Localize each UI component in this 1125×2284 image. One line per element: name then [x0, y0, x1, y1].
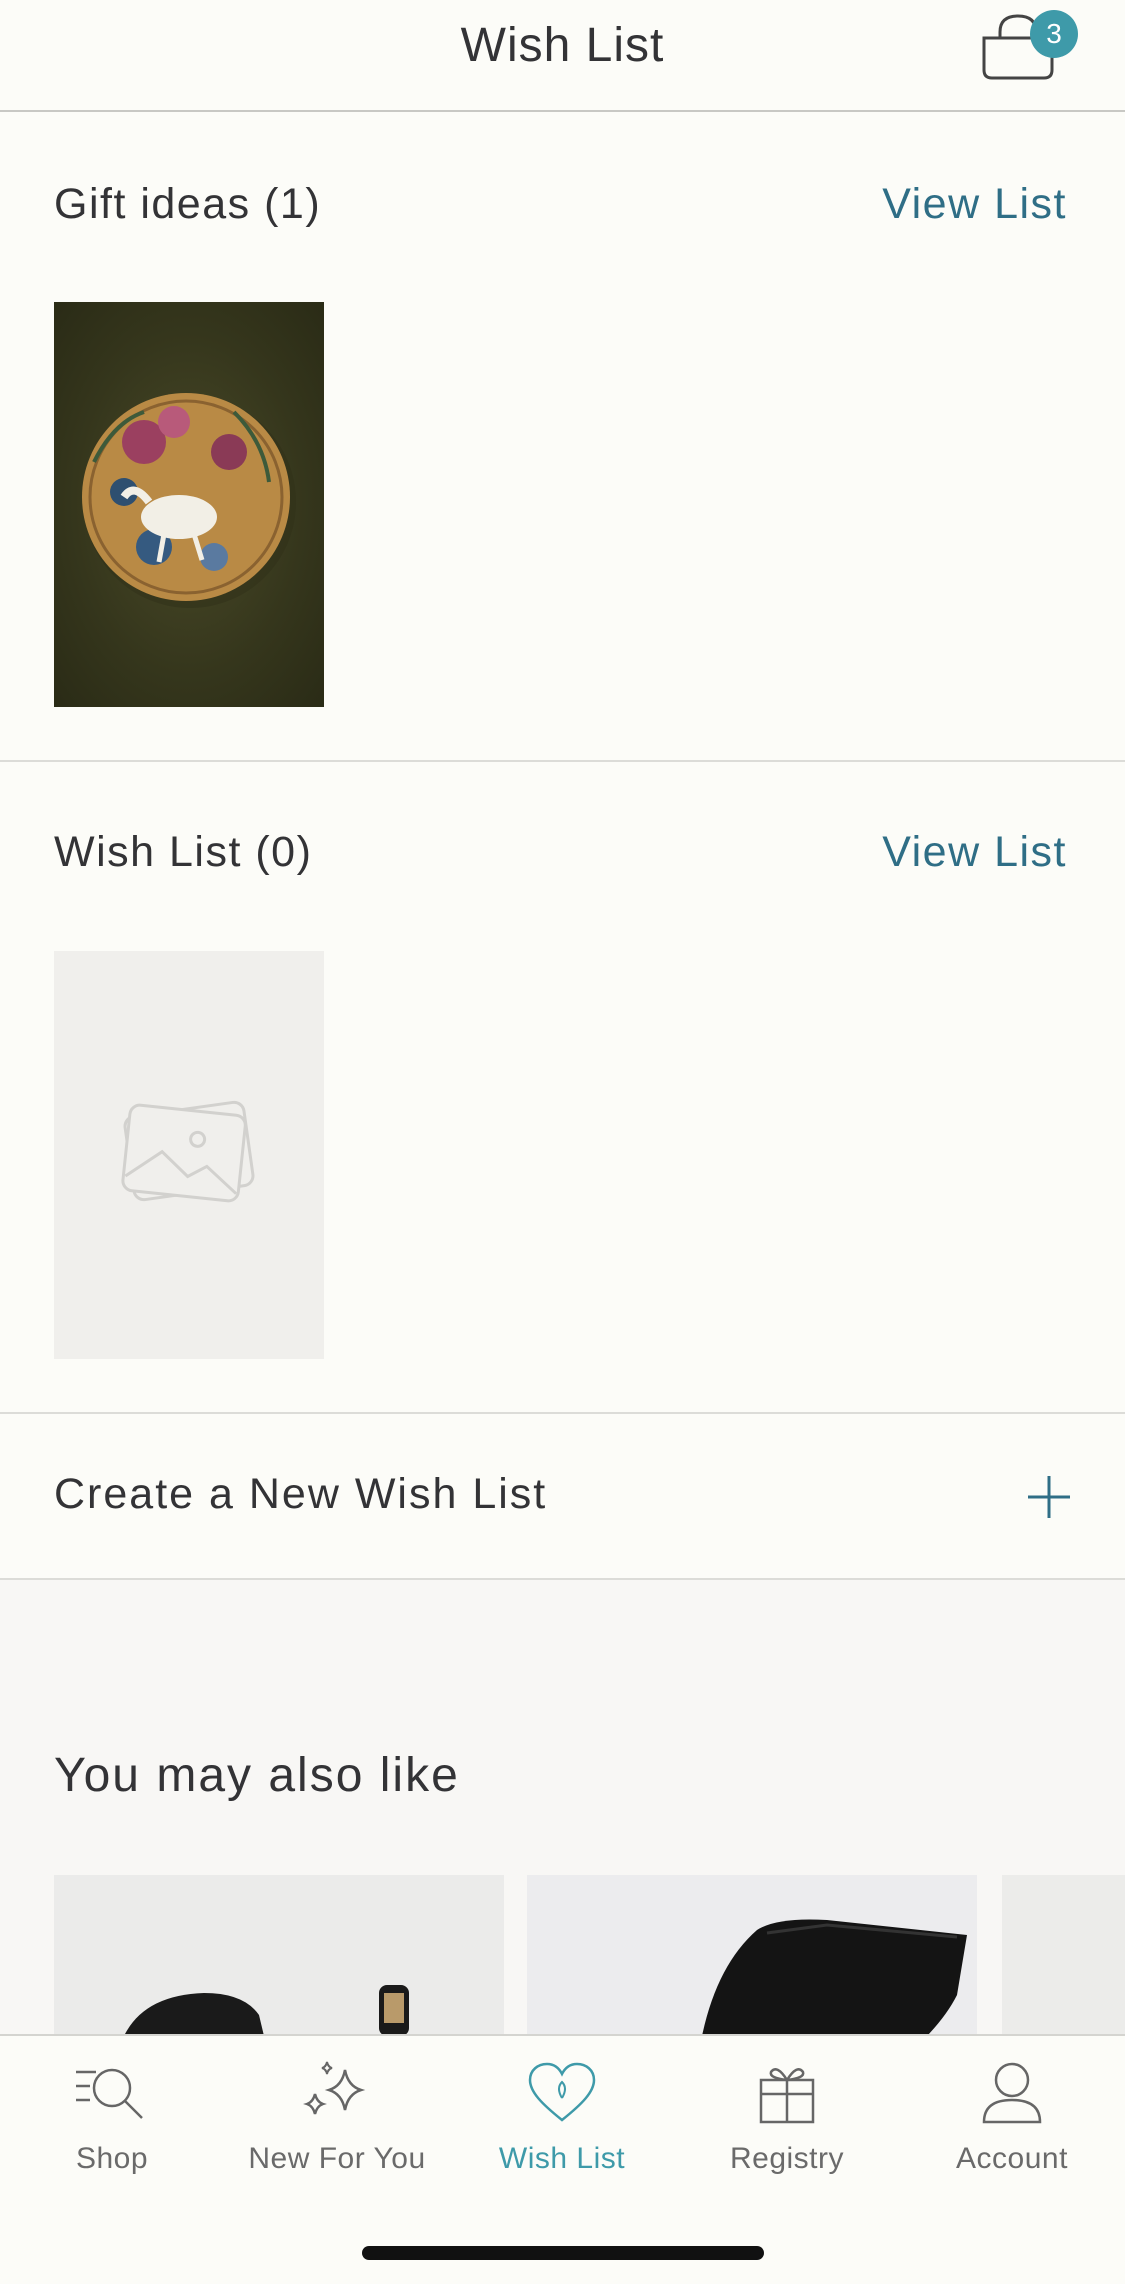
boot-product-image — [702, 1919, 967, 2036]
home-indicator — [362, 2246, 764, 2260]
tab-account[interactable]: Account — [907, 2058, 1117, 2176]
create-wish-list-label: Create a New Wish List — [54, 1470, 548, 1518]
recommendations-title: You may also like — [54, 1749, 460, 1802]
view-list-wish-list-link[interactable]: View List — [882, 828, 1067, 877]
tab-label-new-for-you: New For You — [248, 2142, 426, 2175]
tab-label-shop: Shop — [75, 2142, 149, 2175]
gift-ideas-item-thumbnail[interactable] — [54, 302, 324, 707]
decorative-plate-image — [82, 393, 296, 608]
tab-label-registry: Registry — [729, 2142, 845, 2175]
header-bar: Wish List — [0, 0, 1125, 112]
recommended-product-card[interactable] — [527, 1875, 977, 2036]
person-icon — [982, 2062, 1042, 2124]
image-placeholder-icon — [121, 1100, 255, 1203]
tab-registry[interactable]: Registry — [682, 2058, 892, 2176]
tab-new-for-you[interactable]: New For You — [232, 2058, 442, 2176]
create-wish-list-row[interactable]: Create a New Wish List — [0, 1414, 1125, 1580]
list-title-wish-list: Wish List (0) — [54, 828, 313, 876]
page-title: Wish List — [460, 19, 665, 72]
empty-list-placeholder[interactable] — [54, 951, 324, 1359]
shoe-product-image — [124, 1985, 409, 2036]
tab-wish-list[interactable]: Wish List — [457, 2058, 667, 2176]
cart-count-badge: 3 — [1030, 10, 1078, 58]
gift-icon — [759, 2068, 815, 2124]
tab-label-account: Account — [956, 2142, 1068, 2175]
heart-icon — [528, 2062, 596, 2122]
search-menu-icon — [76, 2068, 143, 2119]
section-divider — [0, 760, 1125, 762]
plus-icon[interactable] — [1026, 1474, 1072, 1520]
sparkle-icon — [303, 2061, 366, 2115]
recommended-product-card[interactable] — [1002, 1875, 1125, 2036]
list-title-gift-ideas: Gift ideas (1) — [54, 180, 322, 228]
tab-shop[interactable]: Shop — [7, 2058, 217, 2176]
recommended-product-card[interactable] — [54, 1875, 504, 2036]
view-list-gift-ideas-link[interactable]: View List — [882, 180, 1067, 229]
tab-label-wish-list: Wish List — [498, 2142, 626, 2175]
